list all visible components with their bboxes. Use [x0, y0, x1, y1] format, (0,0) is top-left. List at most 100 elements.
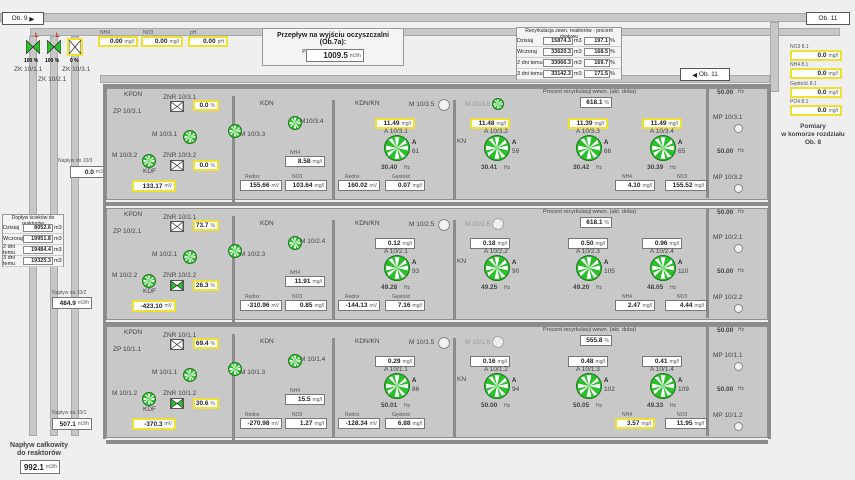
- recirc-value: 618.1%: [580, 97, 612, 108]
- ob11-top-label[interactable]: Ob. 11: [806, 12, 850, 25]
- mixer-label: M 10/2.2: [112, 272, 138, 279]
- pump-icon[interactable]: [734, 184, 743, 193]
- right-vertical-pipe: [770, 22, 779, 92]
- znr-valve-icon[interactable]: [170, 280, 184, 291]
- aerator-hz: 48.05: [647, 284, 664, 291]
- kdnkn-label: KDN/KN: [355, 100, 380, 107]
- kpdn-label: KPDN: [124, 91, 143, 98]
- aerator-fan-icon[interactable]: [650, 255, 676, 281]
- no3-kdn: 1.27 mg/l: [285, 418, 327, 429]
- valve-icon[interactable]: [67, 38, 83, 56]
- pomiary-panel: NO3 8.1 0.0 mg/l NH4 8.1 0.0 mg/l Gęstość …: [788, 44, 844, 118]
- no3-kdn: 103.64 mg/l: [285, 180, 327, 191]
- mixer-icon[interactable]: [183, 250, 197, 264]
- kn-label: KN: [457, 376, 467, 383]
- gestosc-value: 6.88 mg/l: [385, 418, 425, 429]
- pump-icon[interactable]: [734, 124, 743, 133]
- aerator-hz: 50.01: [381, 402, 398, 409]
- zp-label: ZP 10/1.1: [113, 346, 142, 353]
- recirc-value: 618.1%: [580, 217, 612, 228]
- mixer-icon[interactable]: [228, 362, 242, 376]
- aerator-fan-icon[interactable]: [576, 373, 602, 399]
- nh4-kn: 3.57 mg/l: [615, 418, 655, 429]
- mixer-label: M 10/1.1: [152, 369, 178, 376]
- aerator-fan-icon[interactable]: [384, 255, 410, 281]
- ph-top-value: 0.00 pH: [188, 36, 228, 47]
- mixer-label: M 10/3.3: [240, 131, 266, 138]
- kdf-label: KDF: [143, 168, 156, 175]
- pump-icon[interactable]: [438, 337, 450, 349]
- znr-valve-icon[interactable]: [170, 160, 184, 171]
- znr-valve-icon[interactable]: [170, 339, 184, 350]
- aerator-fan-icon[interactable]: [650, 135, 676, 161]
- aerator-label: A 10/1.3: [576, 366, 600, 373]
- pump-icon[interactable]: [734, 304, 743, 313]
- znr-valve-icon[interactable]: [170, 101, 184, 112]
- aerator-fan-icon[interactable]: [484, 255, 510, 281]
- pump-icon[interactable]: [734, 244, 743, 253]
- ob11-mid-label[interactable]: ◀ Ob. 11: [680, 68, 730, 81]
- mixer-label: M 10/1.4: [300, 356, 326, 363]
- mixer-icon[interactable]: [492, 218, 504, 230]
- mp-label: MP 10/1.2: [713, 412, 743, 419]
- redox-kdnkn: -128.34 mV: [338, 418, 380, 429]
- aerator-fan-icon[interactable]: [484, 135, 510, 161]
- mixer-icon[interactable]: [228, 124, 242, 138]
- zk-label: ZK 10/1.1: [14, 66, 43, 73]
- ob9-label[interactable]: Ob. 9 ▶: [2, 12, 44, 25]
- mixer-label: M 10/3.5: [409, 101, 435, 108]
- znr2-value: 0.0%: [193, 160, 219, 171]
- kn-label: KN: [457, 258, 467, 265]
- aerator-label: A 10/3.3: [576, 128, 600, 135]
- ob11-pipe: [100, 75, 770, 83]
- mixer-icon[interactable]: [492, 98, 504, 110]
- top-pipe: [0, 13, 810, 22]
- mixer-icon[interactable]: [288, 354, 302, 368]
- mixer-icon[interactable]: [183, 368, 197, 382]
- mixer-icon[interactable]: [492, 336, 504, 348]
- aerator-label: A 10/3.4: [650, 128, 674, 135]
- mixer-icon[interactable]: [142, 154, 156, 168]
- kdf-label: KDF: [143, 406, 156, 413]
- gestosc-value: 7.16 mg/l: [385, 300, 425, 311]
- aerator-label: A 10/2.3: [576, 248, 600, 255]
- mixer-icon[interactable]: [142, 392, 156, 406]
- nh4-value: 8.58 mg/l: [285, 156, 325, 167]
- flow-panel: Przepływ na wyjściu oczyszczalni (Ob.7a)…: [262, 28, 404, 66]
- znr2-value: 30.6%: [193, 398, 219, 409]
- mixer-label: M 10/3.1: [152, 131, 178, 138]
- kn-label: KN: [457, 138, 467, 145]
- mixer-label: M 10/3.6: [465, 101, 491, 108]
- mixer-label: M 10/2.1: [152, 251, 178, 258]
- pump-icon[interactable]: [438, 219, 450, 231]
- aerator-fan-icon[interactable]: [650, 373, 676, 399]
- pump-icon[interactable]: [734, 422, 743, 431]
- mixer-icon[interactable]: [288, 236, 302, 250]
- no3-kn: 11.95 mg/l: [665, 418, 707, 429]
- znr-valve-icon[interactable]: [170, 398, 184, 409]
- pump-icon[interactable]: [734, 362, 743, 371]
- aerator-fan-icon[interactable]: [576, 255, 602, 281]
- valve-icon[interactable]: [25, 39, 41, 55]
- mixer-icon[interactable]: [183, 130, 197, 144]
- no3-kn: 155.52 mg/l: [665, 180, 707, 191]
- aerator-fan-icon[interactable]: [484, 373, 510, 399]
- znr2-value: 26.3%: [193, 280, 219, 291]
- mixer-icon[interactable]: [228, 244, 242, 258]
- aerator-label: A 10/1.2: [484, 366, 508, 373]
- redox-kdn: 155.66 mV: [240, 180, 282, 191]
- aerator-hz: 50.05: [573, 402, 590, 409]
- mixer-icon[interactable]: [142, 274, 156, 288]
- pump-icon[interactable]: [438, 99, 450, 111]
- aerator-fan-icon[interactable]: [384, 373, 410, 399]
- aerator-fan-icon[interactable]: [576, 135, 602, 161]
- znr-valve-icon[interactable]: [170, 221, 184, 232]
- valve-icon[interactable]: [46, 39, 62, 55]
- aerator-fan-icon[interactable]: [384, 135, 410, 161]
- redox-kdn: -270.98 mV: [240, 418, 282, 429]
- nh4-kn: 2.47 mg/l: [615, 300, 655, 311]
- zp-label: ZP 10/3.1: [113, 108, 142, 115]
- mixer-icon[interactable]: [288, 116, 302, 130]
- left-pipe-3: [71, 36, 79, 436]
- redox-kdn: -310.96 mV: [240, 300, 282, 311]
